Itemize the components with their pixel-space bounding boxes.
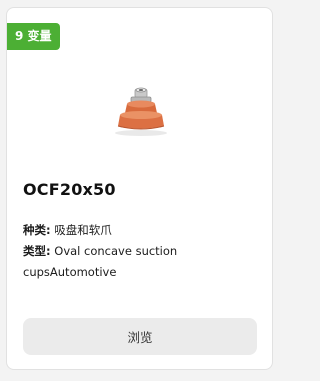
attribute-row-type: 类型: Oval concave suction cupsAutomotive xyxy=(23,241,259,283)
attribute-label: 类型: xyxy=(23,244,51,258)
product-attributes: 种类: 吸盘和软爪 类型: Oval concave suction cupsA… xyxy=(23,220,259,283)
product-card[interactable]: 9 变量 OCF20x50 种类: 吸盘和软爪 类型: Oval concave… xyxy=(6,7,273,370)
browse-button[interactable]: 浏览 xyxy=(23,318,257,355)
attribute-value: 吸盘和软爪 xyxy=(54,223,112,237)
variant-count-badge: 9 变量 xyxy=(7,23,60,50)
suction-cup-icon xyxy=(115,87,167,136)
attribute-label: 种类: xyxy=(23,223,51,237)
product-title[interactable]: OCF20x50 xyxy=(23,180,116,199)
attribute-row-kind: 种类: 吸盘和软爪 xyxy=(23,220,259,241)
suction-cup-image xyxy=(111,86,171,138)
